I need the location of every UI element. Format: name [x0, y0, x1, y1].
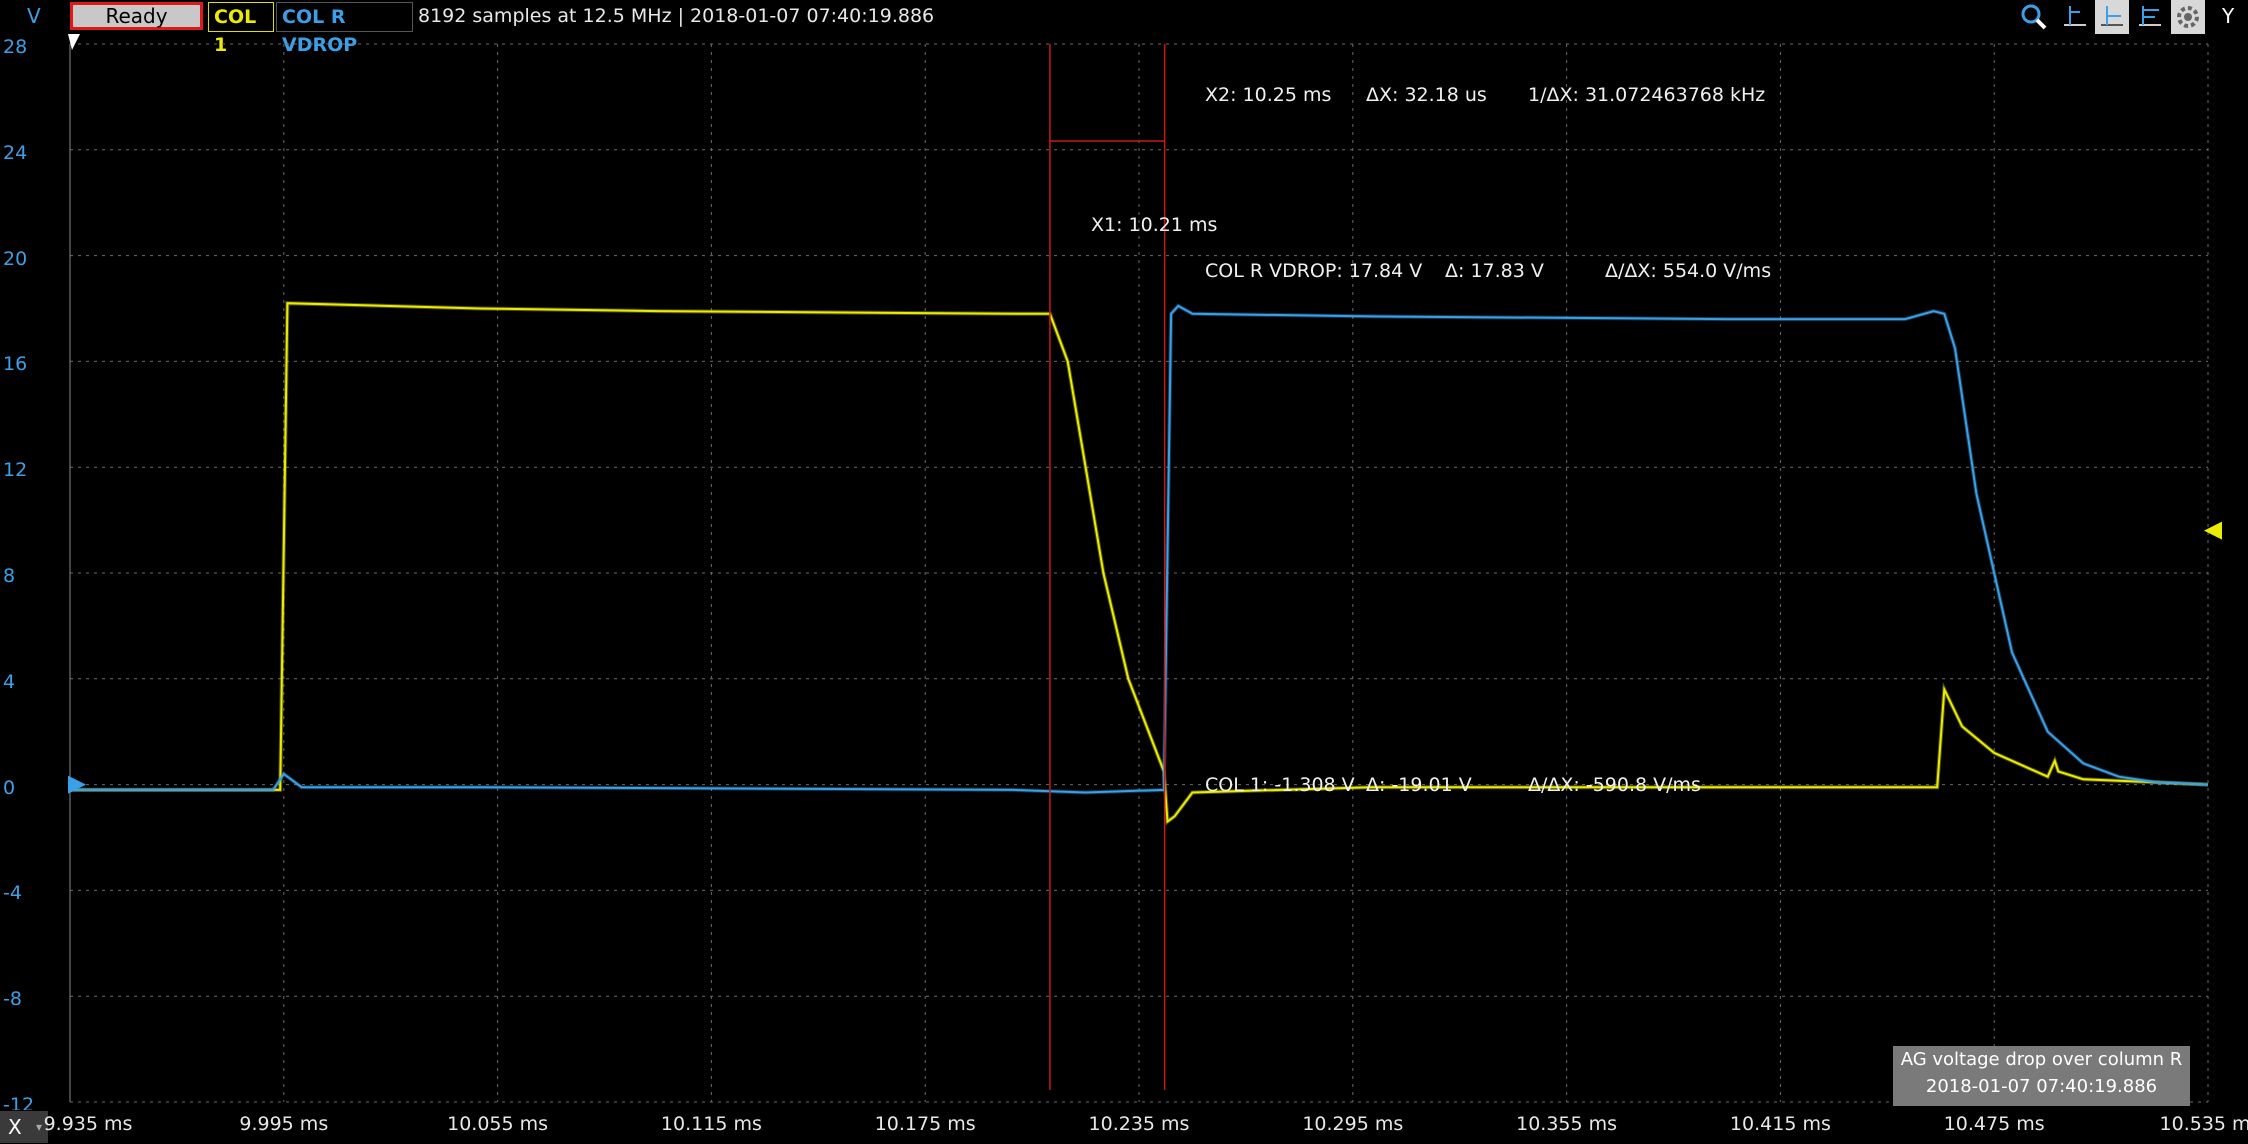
x-tick-label: 10.535 ms: [2159, 1113, 2248, 1135]
markers: [68, 34, 2222, 794]
note-title: AG voltage drop over column R: [1900, 1049, 2183, 1070]
trigger-level-marker: [2204, 521, 2222, 540]
x-tick-label: 10.355 ms: [1516, 1113, 1618, 1135]
x-tick-label: 10.115 ms: [660, 1113, 762, 1135]
cursor-dx-readout: ΔX: 32.18 us: [1366, 84, 1487, 106]
x-tick-label: 9.995 ms: [239, 1113, 329, 1135]
y-tick-label: 28: [3, 36, 28, 58]
scope-plot[interactable]: [0, 0, 2248, 1144]
chevron-down-icon: ▾: [36, 1120, 43, 1134]
note-timestamp: 2018-01-07 07:40:19.886: [1925, 1076, 2158, 1097]
x-tick-label: 10.175 ms: [874, 1113, 976, 1135]
colr-delta-readout: Δ: 17.83 V: [1445, 260, 1544, 282]
x-tick-label: 10.235 ms: [1088, 1113, 1190, 1135]
y-tick-label: 0: [3, 776, 16, 799]
y-tick-label: -8: [3, 988, 22, 1011]
col1-value-readout: COL 1: -1.308 V: [1205, 774, 1355, 796]
y-tick-label: -4: [3, 882, 22, 905]
colr-value-readout: COL R VDROP: 17.84 V: [1205, 260, 1423, 282]
col1-delta-readout: Δ: -19.01 V: [1366, 774, 1472, 796]
x-tick-label: 10.475 ms: [1943, 1113, 2045, 1135]
y-tick-label: 12: [3, 459, 28, 482]
cursor-inv-dx-readout: 1/ΔX: 31.072463768 kHz: [1528, 84, 1766, 106]
x-axis-button[interactable]: X ▾: [0, 1111, 48, 1143]
plot-grid: [69, 43, 2209, 1103]
y-tick-label: 4: [3, 670, 16, 693]
cursor-lines: [1049, 44, 1166, 1090]
x-tick-label: 10.415 ms: [1729, 1113, 1831, 1135]
cursor-x1-readout: X1: 10.21 ms: [1091, 214, 1218, 236]
cursor-x2-readout: X2: 10.25 ms: [1205, 84, 1332, 106]
col1-slope-readout: Δ/ΔX: -590.8 V/ms: [1528, 774, 1701, 796]
x-tick-label: 10.295 ms: [1302, 1113, 1404, 1135]
colr-slope-readout: Δ/ΔX: 554.0 V/ms: [1605, 260, 1772, 282]
x-tick-label: 9.935 ms: [43, 1113, 133, 1135]
x-axis-button-label: X: [8, 1115, 22, 1139]
y-tick-label: 24: [3, 141, 28, 164]
y-tick-label: 8: [3, 565, 16, 587]
note-box: AG voltage drop over column R 2018-01-07…: [1893, 1046, 2190, 1106]
y-tick-label: 16: [3, 353, 28, 376]
x-tick-label: 10.055 ms: [447, 1113, 549, 1135]
y-tick-label: 20: [3, 247, 28, 270]
